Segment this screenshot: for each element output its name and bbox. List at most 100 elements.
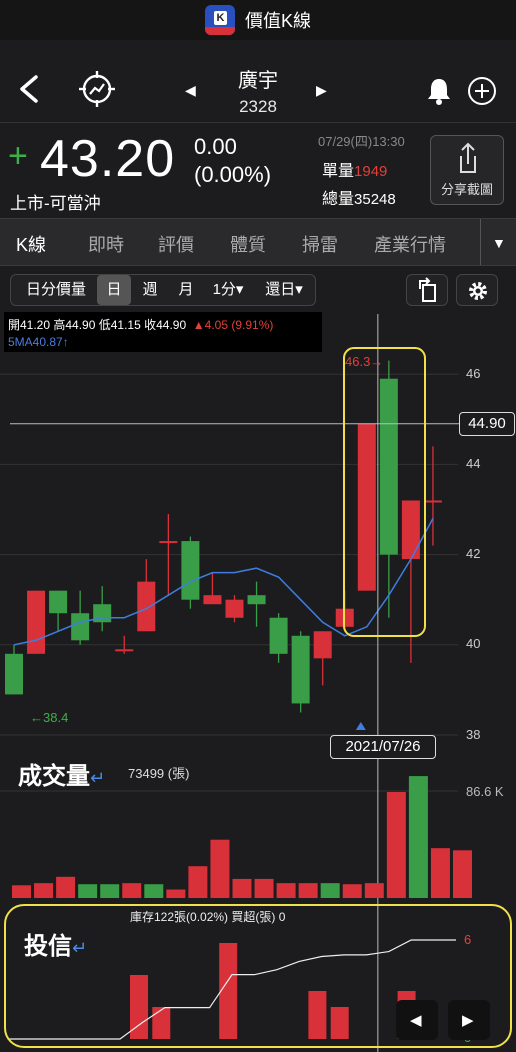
ohlc-change: ▲4.05 (9.91%) [192, 318, 274, 332]
triangle-right-icon: ▶ [462, 1012, 474, 1029]
dropdown-arrow-icon: ▼ [492, 235, 506, 251]
y-tick-46: 46 [466, 366, 481, 381]
volume-bar [232, 878, 252, 898]
next-stock-arrow-icon[interactable]: ▶ [316, 82, 327, 99]
candle-body [115, 649, 134, 652]
chart-area: 日分價量 日 週 月 1分▾ 還日▾ 開41.20 高44.90 低41.15 … [0, 266, 516, 1052]
stock-code: 2328 [239, 97, 277, 116]
tab-risk-scan[interactable]: 掃雷 [302, 231, 338, 257]
trend-target-icon[interactable] [78, 70, 116, 108]
tab-more-dropdown[interactable]: ▼ [480, 219, 516, 265]
candle-body [5, 653, 23, 695]
volume-bar [122, 883, 142, 898]
candle-body [27, 590, 46, 654]
volume-bar [298, 883, 318, 898]
ohlc-values: 開41.20 高44.90 低41.15 收44.90 ▲4.05 (9.91%… [8, 316, 273, 333]
back-arrow-icon[interactable] [16, 74, 42, 104]
y-tick-40: 40 [466, 636, 481, 651]
return-icon: ↵ [90, 768, 106, 788]
candle-body [379, 378, 398, 555]
candle-body [247, 595, 266, 605]
market-type: 上市-可當沖 [10, 194, 101, 213]
candle-body [313, 631, 332, 659]
app-header: K 價值K線 [0, 0, 516, 40]
total-volume-value: 35248 [354, 191, 396, 208]
stock-selector[interactable]: 廣宇 2328 [200, 64, 316, 117]
date-marker-triangle [355, 722, 366, 730]
volume-bar [386, 792, 406, 898]
volume-bar [144, 884, 164, 898]
volume-bar [100, 884, 120, 898]
return-icon: ↵ [72, 938, 88, 958]
volume-bar [453, 850, 472, 898]
tab-kline[interactable]: K線 [16, 231, 46, 257]
low-annotation: ←38.4 [30, 710, 69, 725]
institution-max-tick: 6 [464, 932, 472, 947]
single-volume-label: 單量 [322, 163, 355, 180]
scroll-right-button[interactable]: ▶ [448, 1000, 490, 1040]
y-tick-38: 38 [466, 727, 481, 742]
ohlc-info-box: 開41.20 高44.90 低41.15 收44.90 ▲4.05 (9.91%… [4, 312, 322, 352]
tab-fundamentals[interactable]: 體質 [230, 231, 266, 257]
candle-body [225, 599, 244, 618]
share-icon [460, 142, 476, 173]
volume-bar [12, 885, 31, 898]
stock-nav-bar: ◀ 廣宇 2328 ▶ [0, 60, 516, 122]
y-tick-42: 42 [466, 546, 481, 561]
volume-scale: 86.6 K [466, 784, 504, 799]
high-annotation: 46.3→ [345, 354, 384, 369]
ma5-value: 5MA40.87↑ [8, 335, 69, 349]
candle-body [357, 423, 376, 591]
volume-bar [56, 876, 76, 898]
price-change: 0.00 (0.00%) [194, 133, 271, 189]
change-percent: (0.00%) [194, 162, 272, 187]
volume-bar [342, 884, 362, 898]
volume-bar [276, 883, 296, 898]
institution-info: 庫存122張(0.02%) 買超(張) 0 [130, 910, 286, 924]
volume-bar [408, 776, 428, 898]
scroll-left-button[interactable]: ◀ [396, 1000, 438, 1040]
candle-body [49, 590, 68, 614]
flat-plus-icon: + [8, 137, 28, 175]
share-screenshot-button[interactable]: 分享截圖 [430, 135, 504, 205]
volume-bar [166, 889, 186, 898]
volume-title: 成交量↵ [18, 756, 105, 791]
tab-industry[interactable]: 產業行情 [374, 231, 446, 257]
candle-body [203, 595, 222, 605]
volume-bar [430, 848, 450, 898]
single-volume-value: 1949 [354, 163, 388, 180]
volume-bar [254, 878, 274, 898]
crosshair-price-tag: 44.90 [459, 412, 515, 436]
candle-body [269, 617, 288, 654]
institution-title-text: 投信 [24, 933, 72, 960]
candle-body [71, 613, 90, 641]
volume-bar [210, 839, 230, 898]
single-volume: 單量1949 [322, 157, 387, 181]
institution-title: 投信↵ [24, 926, 87, 961]
volume-bar [188, 866, 208, 898]
bell-icon[interactable] [424, 76, 454, 106]
app-logo-icon: K [204, 5, 235, 35]
volume-bar [78, 884, 98, 898]
tab-realtime[interactable]: 即時 [88, 231, 124, 257]
volume-bar [320, 883, 340, 898]
add-circle-icon[interactable] [467, 76, 497, 106]
change-value: 0.00 [194, 134, 237, 159]
share-label: 分享截圖 [440, 182, 493, 197]
quote-panel: + 43.20 0.00 (0.00%) 上市-可當沖 07/29(四)13:3… [0, 122, 516, 218]
volume-count: 73499 (張) [128, 766, 190, 781]
y-tick-44: 44 [466, 456, 481, 471]
volume-bar [34, 883, 54, 898]
app-title: 價值K線 [244, 11, 311, 31]
triangle-left-icon: ◀ [410, 1012, 422, 1029]
volume-title-text: 成交量 [18, 763, 90, 790]
candle-body [181, 541, 200, 600]
ohlc-prefix: 開41.20 高44.90 低41.15 收44.90 [8, 318, 187, 332]
total-volume-label: 總量 [322, 191, 355, 208]
tab-valuation[interactable]: 評價 [158, 231, 194, 257]
candle-body [137, 581, 156, 632]
last-price: 43.20 [40, 130, 176, 188]
prev-stock-arrow-icon[interactable]: ◀ [185, 82, 196, 99]
candle-body [423, 500, 442, 503]
quote-time: 07/29(四)13:30 [318, 134, 405, 149]
